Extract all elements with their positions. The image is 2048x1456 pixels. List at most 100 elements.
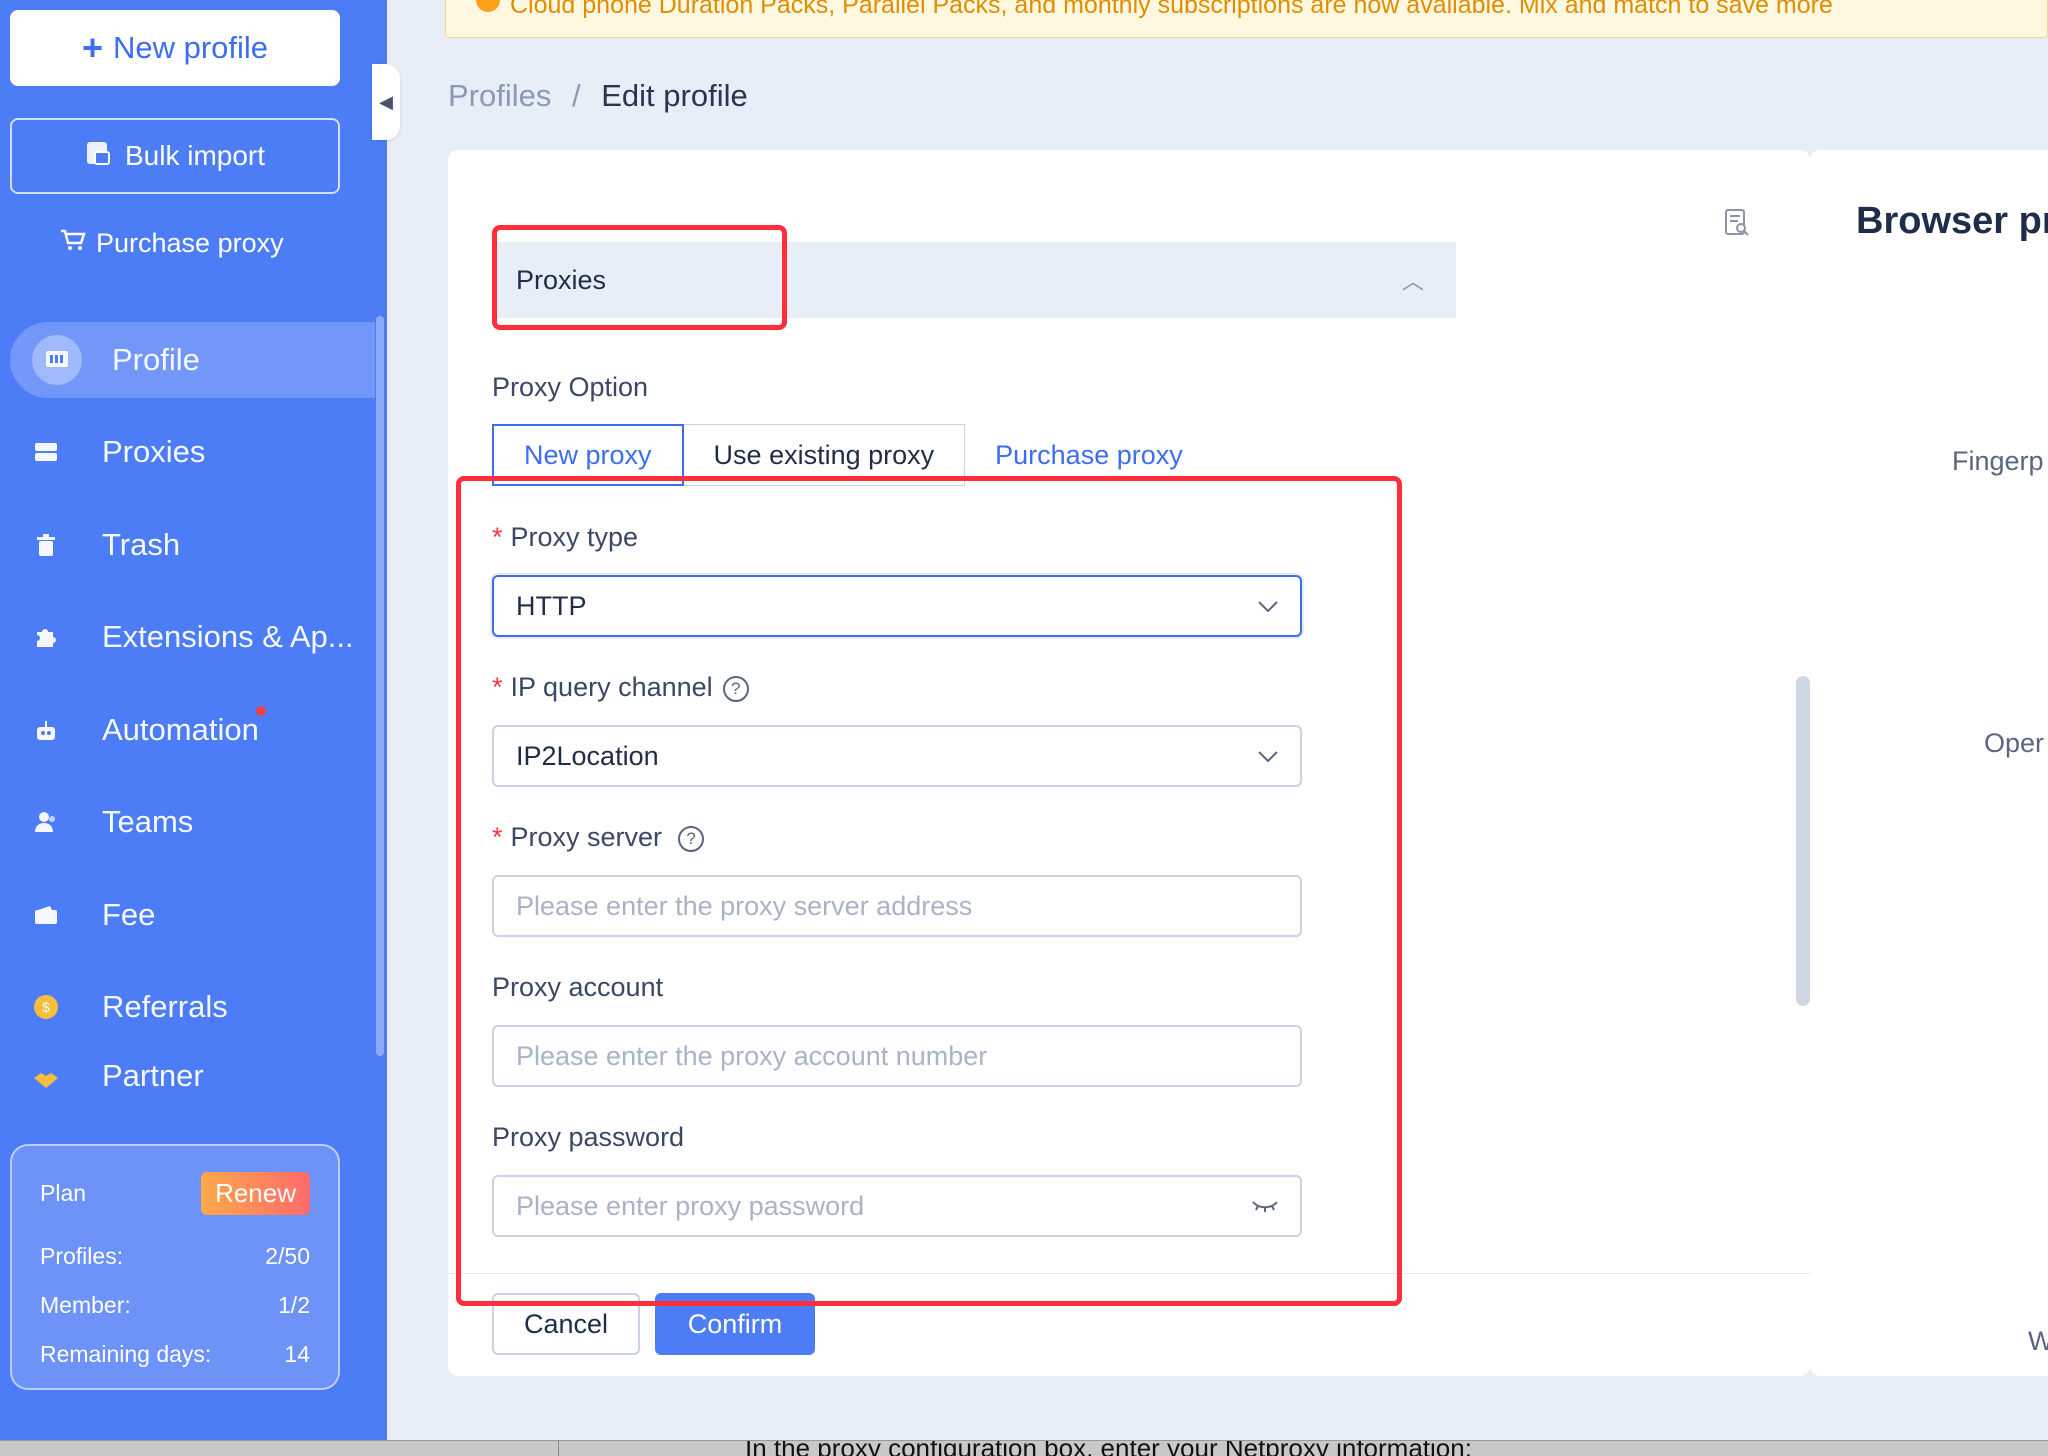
- new-profile-label: New profile: [112, 30, 269, 65]
- required-marker: *: [492, 822, 503, 852]
- coin-icon: $: [32, 993, 60, 1021]
- proxy-password-input[interactable]: [516, 1190, 1300, 1222]
- bulk-import-button[interactable]: Bulk import: [10, 118, 340, 194]
- proxy-option-tabs: New proxy Use existing proxy Purchase pr…: [492, 424, 1213, 486]
- sidebar-item-label: Referrals: [102, 989, 228, 1025]
- sidebar-nav: Profile Proxies Trash Extensions & Ap...…: [0, 314, 375, 1094]
- sidebar-item-label: Trash: [102, 526, 181, 562]
- proxy-server-label-text: Proxy server: [510, 822, 663, 852]
- renew-button[interactable]: Renew: [201, 1172, 310, 1215]
- sidebar-item-label: Extensions & Ap...: [102, 619, 354, 655]
- required-marker: *: [492, 522, 503, 552]
- proxy-server-input[interactable]: [516, 890, 1300, 922]
- sidebar-scrollbar[interactable]: [376, 316, 384, 1056]
- tab-purchase-proxy[interactable]: Purchase proxy: [965, 424, 1213, 486]
- edit-profile-card: Proxies ︿ Proxy Option New proxy Use exi…: [448, 150, 1810, 1376]
- notification-dot: [256, 705, 266, 716]
- sidebar-item-label: Teams: [102, 804, 194, 840]
- proxy-type-select[interactable]: HTTP: [492, 575, 1302, 637]
- sidebar-item-label: Partner: [102, 1057, 204, 1093]
- proxy-type-label: * Proxy type: [492, 522, 638, 553]
- sidebar-item-partner[interactable]: Partner: [0, 1054, 375, 1094]
- sidebar-item-extensions[interactable]: Extensions & Ap...: [0, 591, 375, 684]
- sidebar-item-referrals[interactable]: $ Referrals: [0, 961, 375, 1054]
- announcement-text: Cloud phone Duration Packs, Parallel Pac…: [510, 0, 1833, 19]
- highlight-box-proxies-header: [492, 225, 787, 330]
- ip-query-channel-label-text: IP query channel: [510, 672, 713, 702]
- sidebar-item-label: Profile: [112, 342, 200, 377]
- warning-icon: [476, 0, 500, 12]
- new-profile-button[interactable]: + New profile: [10, 10, 340, 86]
- profile-icon: [32, 335, 82, 385]
- proxy-server-label: * Proxy server?: [492, 822, 705, 853]
- tab-new-proxy[interactable]: New proxy: [492, 424, 684, 486]
- help-icon[interactable]: ?: [722, 675, 749, 702]
- caption-text: In the proxy configuration box, enter yo…: [745, 1440, 1472, 1456]
- breadcrumb: Profiles / Edit profile: [448, 78, 748, 114]
- chevron-down-icon: [1258, 743, 1278, 769]
- breadcrumb-separator: /: [572, 78, 581, 113]
- collapse-sidebar-button[interactable]: ◀: [372, 64, 400, 140]
- proxy-option-label: Proxy Option: [492, 372, 649, 402]
- trash-icon: [32, 531, 60, 559]
- announcement-banner: Cloud phone Duration Packs, Parallel Pac…: [445, 0, 2048, 38]
- chevron-down-icon: [1258, 593, 1278, 619]
- proxy-account-input-wrapper: [492, 1025, 1302, 1087]
- fingerprint-label: Fingerp: [1952, 446, 2044, 476]
- browser-preview-title: Browser pr: [1856, 200, 2048, 242]
- purchase-proxy-label: Purchase proxy: [96, 228, 284, 258]
- member-value: 1/2: [278, 1292, 310, 1318]
- users-icon: [32, 808, 60, 836]
- right-panel-label-w: W: [2028, 1326, 2048, 1356]
- remaining-days-value: 14: [284, 1341, 310, 1367]
- caret-left-icon: ◀: [379, 91, 393, 112]
- confirm-button[interactable]: Confirm: [655, 1293, 815, 1355]
- eye-closed-icon[interactable]: [1252, 1193, 1278, 1219]
- sidebar-item-fee[interactable]: Fee: [0, 869, 375, 962]
- help-icon[interactable]: ?: [678, 825, 705, 852]
- member-label: Member:: [40, 1292, 131, 1318]
- plan-card: Plan Renew Profiles: 2/50 Member: 1/2 Re…: [10, 1144, 340, 1390]
- server-icon: [32, 438, 60, 466]
- sidebar: + New profile Bulk import Purchase proxy…: [0, 0, 387, 1440]
- document-search-icon[interactable]: [1724, 208, 1750, 245]
- sidebar-item-proxies[interactable]: Proxies: [0, 406, 375, 499]
- tab-use-existing-proxy[interactable]: Use existing proxy: [683, 424, 966, 486]
- strip-divider: [558, 1441, 559, 1456]
- handshake-icon: [32, 1066, 60, 1094]
- operating-system-label: Oper: [1984, 728, 2045, 758]
- ip-query-channel-select[interactable]: IP2Location: [492, 725, 1302, 787]
- purchase-proxy-link[interactable]: Purchase proxy: [60, 228, 284, 259]
- svg-text:$: $: [42, 999, 50, 1015]
- proxy-type-label-text: Proxy type: [510, 522, 639, 552]
- sidebar-item-teams[interactable]: Teams: [0, 776, 375, 869]
- required-marker: *: [492, 672, 503, 702]
- sidebar-item-label: Fee: [102, 896, 156, 932]
- browser-preview-panel: Browser pr Fingerp Oper W: [1810, 150, 2048, 1376]
- ip-query-channel-label: * IP query channel?: [492, 672, 749, 703]
- wallet-icon: [32, 901, 60, 929]
- sidebar-item-trash[interactable]: Trash: [0, 499, 375, 592]
- proxy-password-label: Proxy password: [492, 1122, 685, 1152]
- profiles-label: Profiles:: [40, 1243, 124, 1269]
- cancel-button[interactable]: Cancel: [492, 1293, 640, 1355]
- proxy-password-input-wrapper: [492, 1175, 1302, 1237]
- plan-title: Plan: [40, 1180, 87, 1206]
- profiles-value: 2/50: [265, 1243, 310, 1269]
- import-icon: [85, 140, 111, 173]
- proxy-account-input[interactable]: [516, 1040, 1300, 1072]
- cart-icon: [60, 228, 86, 259]
- bulk-import-label: Bulk import: [124, 140, 266, 171]
- caption-strip: In the proxy configuration box, enter yo…: [0, 1440, 2048, 1456]
- sidebar-item-automation[interactable]: Automation: [0, 684, 375, 777]
- proxy-type-value: HTTP: [516, 590, 587, 621]
- sidebar-item-label: Automation: [102, 711, 259, 747]
- remaining-days-label: Remaining days:: [40, 1341, 212, 1367]
- sidebar-item-profile[interactable]: Profile: [10, 322, 375, 398]
- footer-divider: [448, 1273, 1810, 1274]
- plus-icon: +: [81, 27, 103, 68]
- breadcrumb-profiles-link[interactable]: Profiles: [448, 78, 551, 113]
- proxy-account-label: Proxy account: [492, 972, 664, 1002]
- sidebar-item-label: Proxies: [102, 434, 206, 470]
- main-scrollbar[interactable]: [1796, 676, 1810, 1006]
